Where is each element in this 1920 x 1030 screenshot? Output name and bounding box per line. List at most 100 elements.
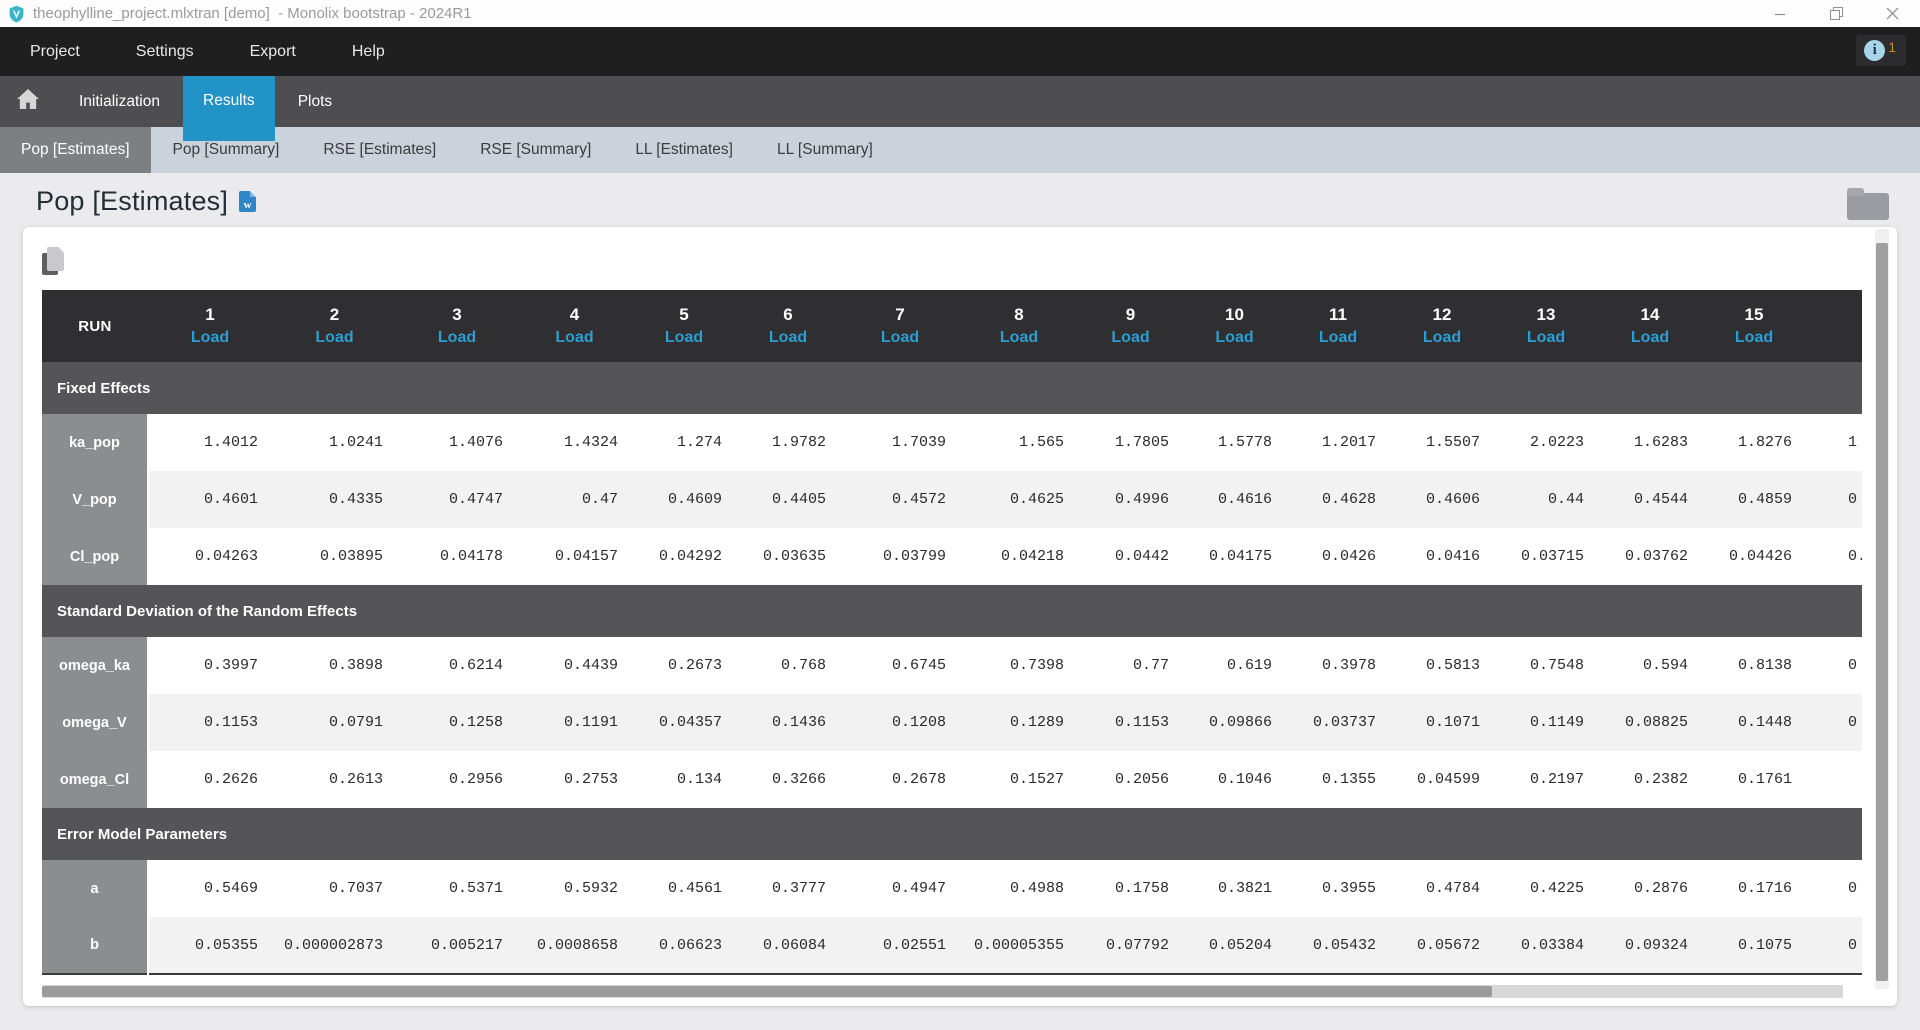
value-cell: 0.5371 [397, 860, 517, 917]
value-cell: 0.02551 [840, 917, 960, 974]
row-label: a [42, 860, 148, 917]
run-number: 5 [632, 305, 736, 325]
value-cell: 0.03715 [1494, 528, 1598, 585]
restore-button[interactable] [1808, 0, 1864, 27]
value-cell: 0.09866 [1183, 694, 1286, 751]
value-cell: 0.05432 [1286, 917, 1390, 974]
value-cell: 0.04599 [1390, 751, 1494, 808]
run-number: 2 [272, 305, 397, 325]
value-cell: 0.2678 [840, 751, 960, 808]
run-column-8: 8Load [960, 290, 1078, 362]
horizontal-scrollbar[interactable] [42, 985, 1843, 998]
load-link[interactable]: Load [1390, 329, 1494, 347]
menu-export[interactable]: Export [250, 43, 296, 61]
minimize-button[interactable] [1752, 0, 1808, 27]
value-cell: 1 [1806, 414, 1862, 471]
row-label: omega_ka [42, 637, 148, 694]
home-tab[interactable] [0, 76, 56, 127]
load-link[interactable]: Load [1286, 329, 1390, 347]
load-link[interactable]: Load [632, 329, 736, 347]
value-cell: 0.05204 [1183, 917, 1286, 974]
value-cell: 0.4405 [736, 471, 840, 528]
table-row: omega_V0.11530.07910.12580.11910.043570.… [42, 694, 1862, 751]
vertical-scrollbar-thumb[interactable] [1876, 243, 1888, 981]
load-link[interactable]: Load [1078, 329, 1183, 347]
run-column-1: 1Load [148, 290, 272, 362]
value-cell: 0.4335 [272, 471, 397, 528]
value-cell: 0.03384 [1494, 917, 1598, 974]
value-cell: 0.3978 [1286, 637, 1390, 694]
value-cell: 0.4544 [1598, 471, 1702, 528]
tab-plots[interactable]: Plots [275, 76, 355, 127]
value-cell: 0.2753 [517, 751, 632, 808]
vertical-scrollbar[interactable] [1875, 229, 1889, 989]
value-cell: 0.4616 [1183, 471, 1286, 528]
copy-table-icon[interactable] [42, 247, 66, 275]
subtab-ll-estimates[interactable]: LL [Estimates] [613, 127, 755, 173]
value-cell: 0.3266 [736, 751, 840, 808]
close-button[interactable] [1864, 0, 1920, 27]
value-cell: 0 [1806, 860, 1862, 917]
value-cell: 0.1153 [148, 694, 272, 751]
value-cell: 0.3997 [148, 637, 272, 694]
value-cell: 0.4947 [840, 860, 960, 917]
tab-results[interactable]: Results [183, 76, 275, 141]
run-column-14: 14Load [1598, 290, 1702, 362]
run-column-12: 12Load [1390, 290, 1494, 362]
notifications-chip[interactable]: i 1 [1856, 35, 1906, 66]
value-cell: 0.03737 [1286, 694, 1390, 751]
load-link[interactable]: Load [148, 329, 272, 347]
load-link[interactable]: Load [397, 329, 517, 347]
value-cell: 1.5778 [1183, 414, 1286, 471]
value-cell: 0.4225 [1494, 860, 1598, 917]
run-column-15: 15Load [1702, 290, 1806, 362]
subtab-pop-estimates[interactable]: Pop [Estimates] [0, 127, 151, 173]
value-cell: 0.1075 [1702, 917, 1806, 974]
value-cell: 1.0241 [272, 414, 397, 471]
subtab-rse-estimates[interactable]: RSE [Estimates] [301, 127, 458, 173]
word-export-icon[interactable]: w [239, 191, 256, 212]
results-sub-tab-bar: Pop [Estimates] Pop [Summary] RSE [Estim… [0, 127, 1920, 173]
load-link[interactable]: Load [272, 329, 397, 347]
run-column-2: 2 Load [272, 290, 397, 362]
value-cell: 1.7805 [1078, 414, 1183, 471]
load-link[interactable]: Load [1598, 329, 1702, 347]
value-cell: 0.134 [632, 751, 736, 808]
run-column-13: 13Load [1494, 290, 1598, 362]
value-cell: 0.06084 [736, 917, 840, 974]
run-column-5: 5 Load [632, 290, 736, 362]
info-icon: i [1864, 40, 1885, 61]
tab-initialization[interactable]: Initialization [56, 76, 183, 127]
estimates-table-viewport: RUN1Load2Load3Load4Load5Load6Load7Load8L… [42, 290, 1862, 976]
subtab-rse-summary[interactable]: RSE [Summary] [458, 127, 613, 173]
value-cell: 0.03895 [272, 528, 397, 585]
value-cell: 0.6745 [840, 637, 960, 694]
value-cell: 0.1761 [1702, 751, 1806, 808]
open-folder-icon[interactable] [1847, 193, 1889, 220]
menu-settings[interactable]: Settings [136, 43, 194, 61]
subtab-ll-summary[interactable]: LL [Summary] [755, 127, 895, 173]
menu-project[interactable]: Project [30, 43, 80, 61]
table-row: Cl_pop0.042630.038950.041780.041570.0429… [42, 528, 1862, 585]
value-cell: 0.06623 [632, 917, 736, 974]
value-cell: 0.44 [1494, 471, 1598, 528]
page-title: Pop [Estimates] [36, 186, 228, 217]
load-link[interactable]: Load [960, 329, 1078, 347]
value-cell: 0.2626 [148, 751, 272, 808]
value-cell: 0.1153 [1078, 694, 1183, 751]
load-link[interactable]: Load [736, 329, 840, 347]
load-link[interactable]: Load [1806, 329, 1862, 347]
value-cell: 0. [1806, 528, 1862, 585]
table-row: omega_ka0.39970.38980.62140.44390.26730.… [42, 637, 1862, 694]
menu-help[interactable]: Help [352, 43, 385, 61]
load-link[interactable]: Load [1702, 329, 1806, 347]
horizontal-scrollbar-thumb[interactable] [42, 986, 1492, 997]
load-link[interactable]: Load [1183, 329, 1286, 347]
load-link[interactable]: Load [1494, 329, 1598, 347]
value-cell: 0.2613 [272, 751, 397, 808]
value-cell: 0.03635 [736, 528, 840, 585]
load-link[interactable]: Load [517, 329, 632, 347]
load-link[interactable]: Load [840, 329, 960, 347]
value-cell: 0.7037 [272, 860, 397, 917]
value-cell: 0 [1806, 471, 1862, 528]
